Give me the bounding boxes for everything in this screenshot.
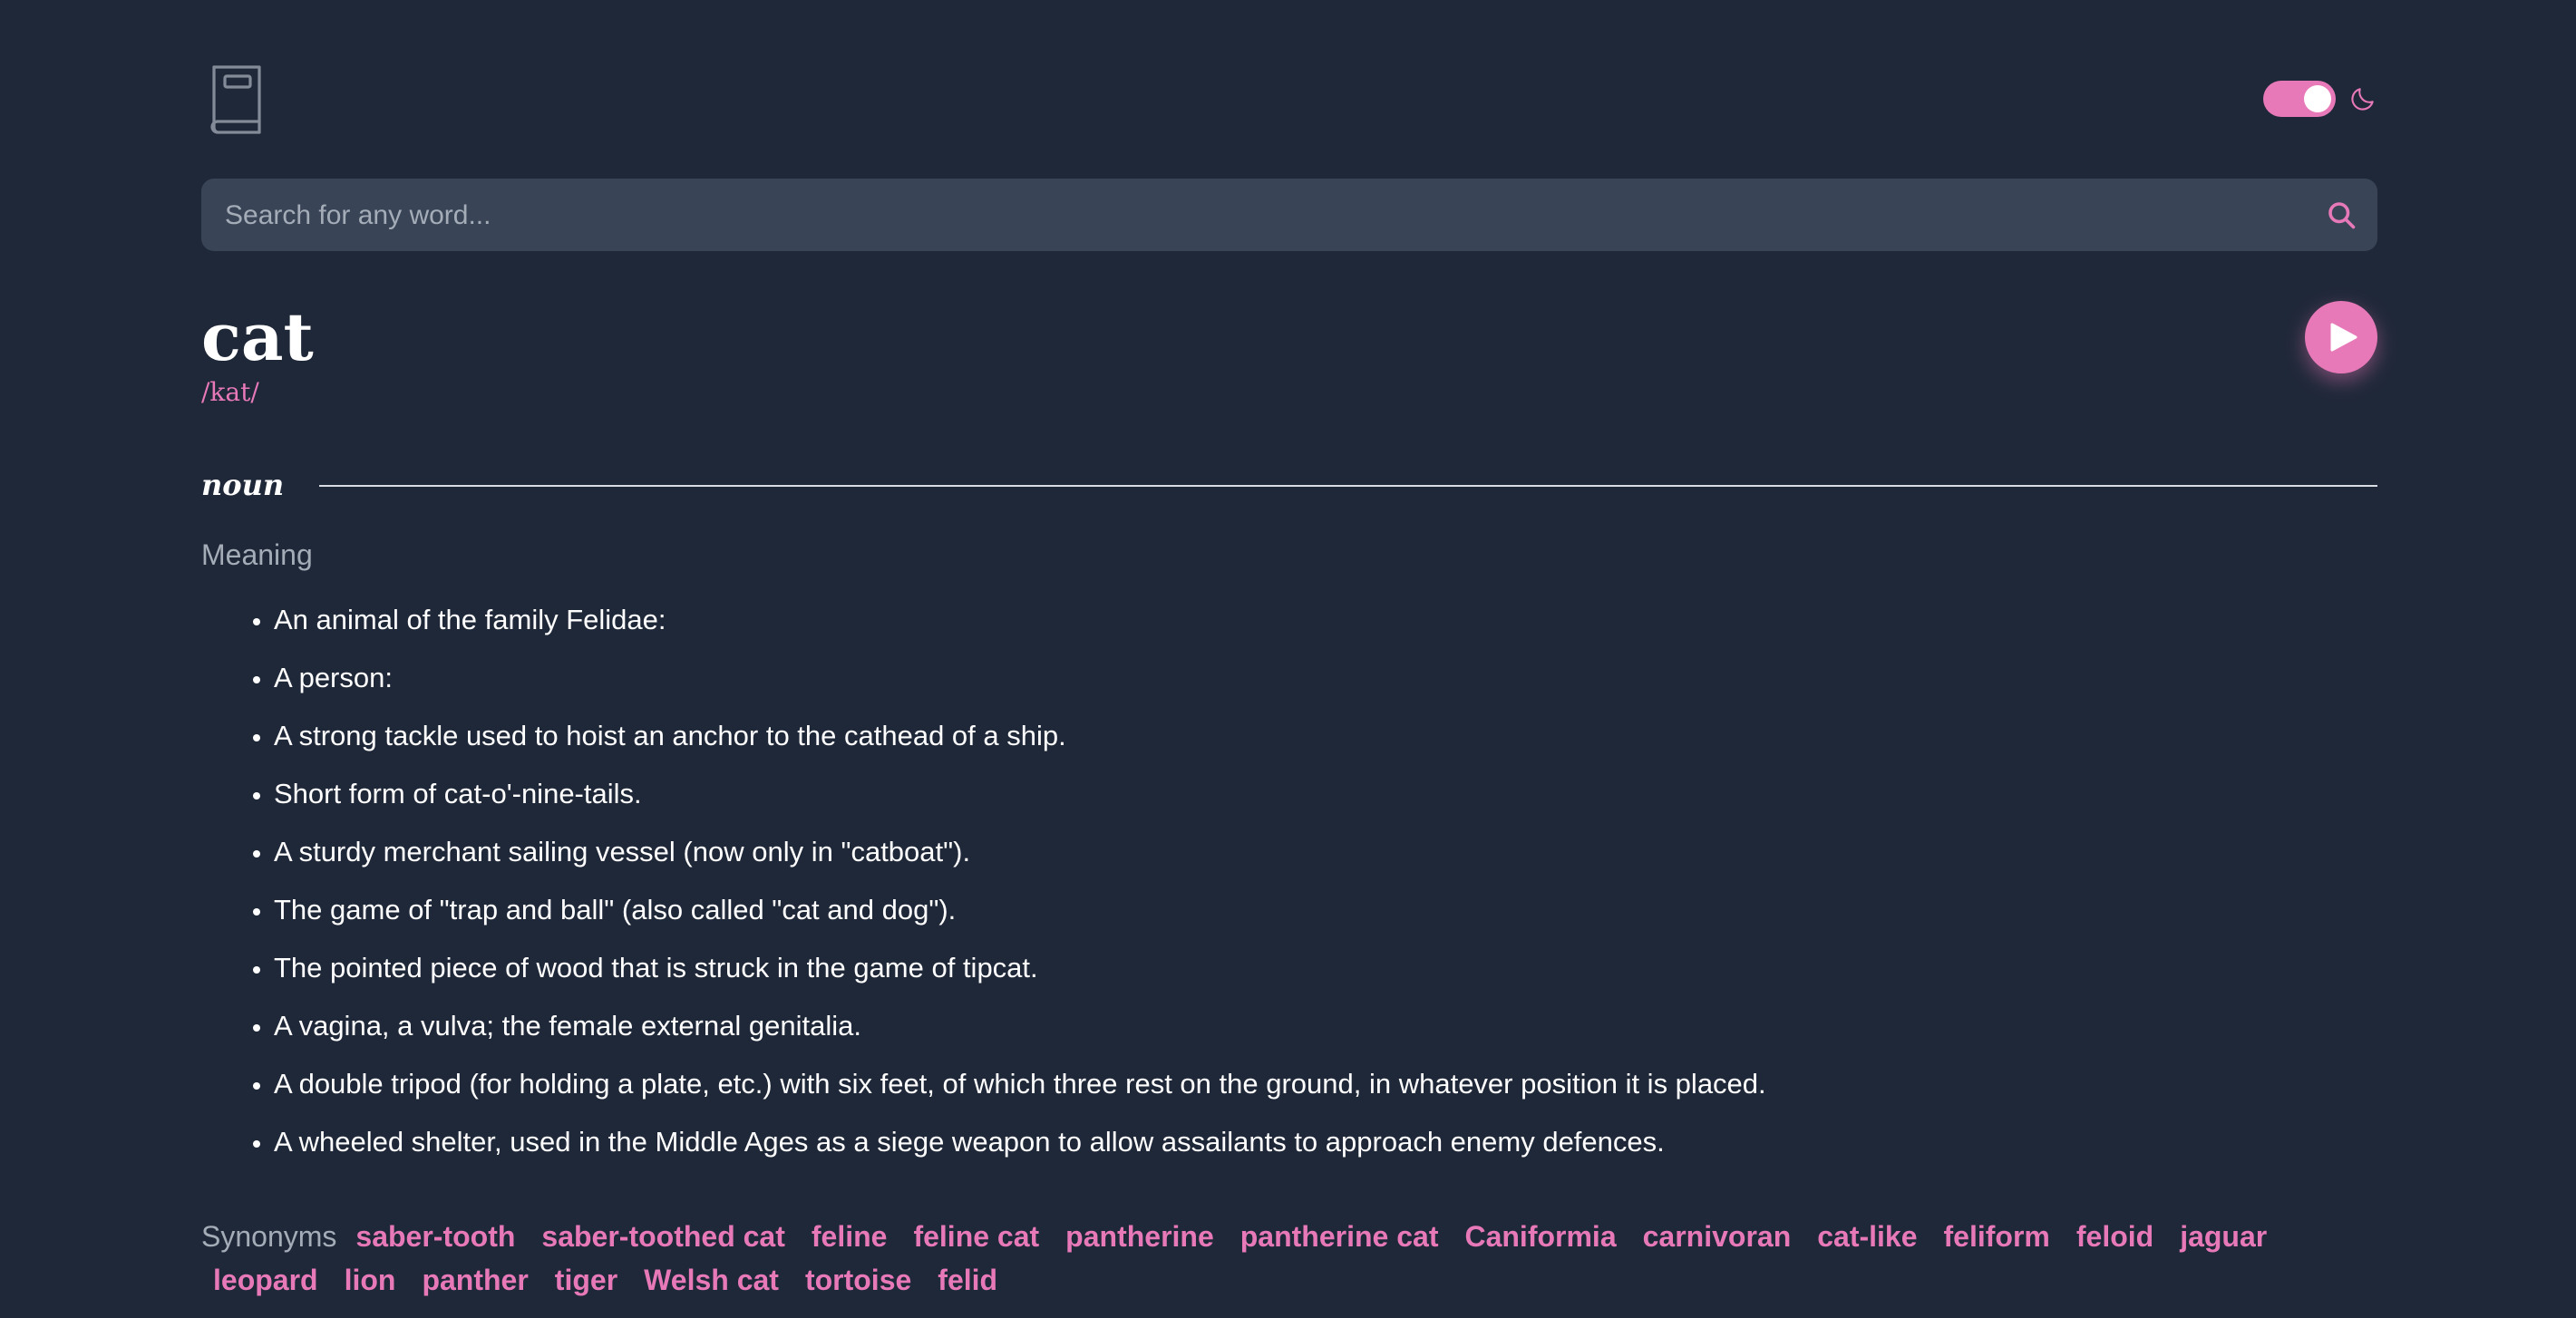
synonym-link[interactable]: leopard bbox=[213, 1264, 318, 1296]
synonym-link[interactable]: pantherine cat bbox=[1240, 1220, 1439, 1253]
synonyms-label: Synonyms bbox=[201, 1220, 337, 1253]
moon-icon bbox=[2351, 88, 2374, 111]
synonym-link[interactable]: saber-toothed cat bbox=[541, 1220, 784, 1253]
search-icon[interactable] bbox=[2325, 199, 2357, 231]
word-title: cat bbox=[201, 298, 314, 375]
theme-toggle[interactable] bbox=[2263, 81, 2336, 117]
definition-item: The pointed piece of wood that is struck… bbox=[274, 939, 1766, 997]
definition-item: A vagina, a vulva; the female external g… bbox=[274, 997, 1766, 1055]
divider bbox=[319, 485, 2377, 487]
definition-item: A strong tackle used to hoist an anchor … bbox=[274, 707, 1766, 765]
play-icon bbox=[2330, 323, 2357, 352]
synonym-link[interactable]: feloid bbox=[2076, 1220, 2153, 1253]
definition-item: Short form of cat-o'-nine-tails. bbox=[274, 765, 1766, 823]
synonym-link[interactable]: saber-tooth bbox=[355, 1220, 515, 1253]
synonym-link[interactable]: feline cat bbox=[913, 1220, 1039, 1253]
definition-item: A person: bbox=[274, 649, 1766, 707]
synonym-link[interactable]: carnivoran bbox=[1643, 1220, 1792, 1253]
search-input[interactable] bbox=[223, 179, 2294, 253]
synonym-link[interactable]: cat-like bbox=[1817, 1220, 1917, 1253]
theme-switcher bbox=[2263, 80, 2377, 118]
synonym-link[interactable]: tiger bbox=[555, 1264, 617, 1296]
synonyms-row: Synonyms saber-tooth saber-toothed cat feli… bbox=[201, 1215, 2377, 1302]
definition-item: A wheeled shelter, used in the Middle Ag… bbox=[274, 1113, 1766, 1171]
book-icon[interactable] bbox=[207, 62, 267, 134]
toggle-knob bbox=[2304, 85, 2331, 112]
definition-item: A sturdy merchant sailing vessel (now on… bbox=[274, 823, 1766, 881]
synonym-link[interactable]: Caniformia bbox=[1464, 1220, 1616, 1253]
search-bar bbox=[201, 179, 2377, 253]
synonym-link[interactable]: feline bbox=[812, 1220, 888, 1253]
play-audio-button[interactable] bbox=[2305, 301, 2377, 373]
synonym-link[interactable]: feliform bbox=[1944, 1220, 2050, 1253]
synonym-link[interactable]: Welsh cat bbox=[644, 1264, 779, 1296]
definition-item: The game of "trap and ball" (also called… bbox=[274, 881, 1766, 939]
synonym-link[interactable]: panther bbox=[422, 1264, 528, 1296]
synonym-link[interactable]: felid bbox=[938, 1264, 997, 1296]
synonym-link[interactable]: tortoise bbox=[805, 1264, 911, 1296]
definition-item: A double tripod (for holding a plate, et… bbox=[274, 1055, 1766, 1113]
part-of-speech: noun bbox=[201, 468, 285, 502]
meaning-label: Meaning bbox=[201, 538, 313, 571]
header bbox=[201, 0, 2377, 163]
phonetic: /kat/ bbox=[201, 377, 259, 407]
synonym-link[interactable]: lion bbox=[345, 1264, 396, 1296]
definition-item: An animal of the family Felidae: bbox=[274, 591, 1766, 649]
synonym-link[interactable]: jaguar bbox=[2180, 1220, 2267, 1253]
synonym-link[interactable]: pantherine bbox=[1065, 1220, 1214, 1253]
definition-list: An animal of the family Felidae: A perso… bbox=[201, 591, 1766, 1171]
